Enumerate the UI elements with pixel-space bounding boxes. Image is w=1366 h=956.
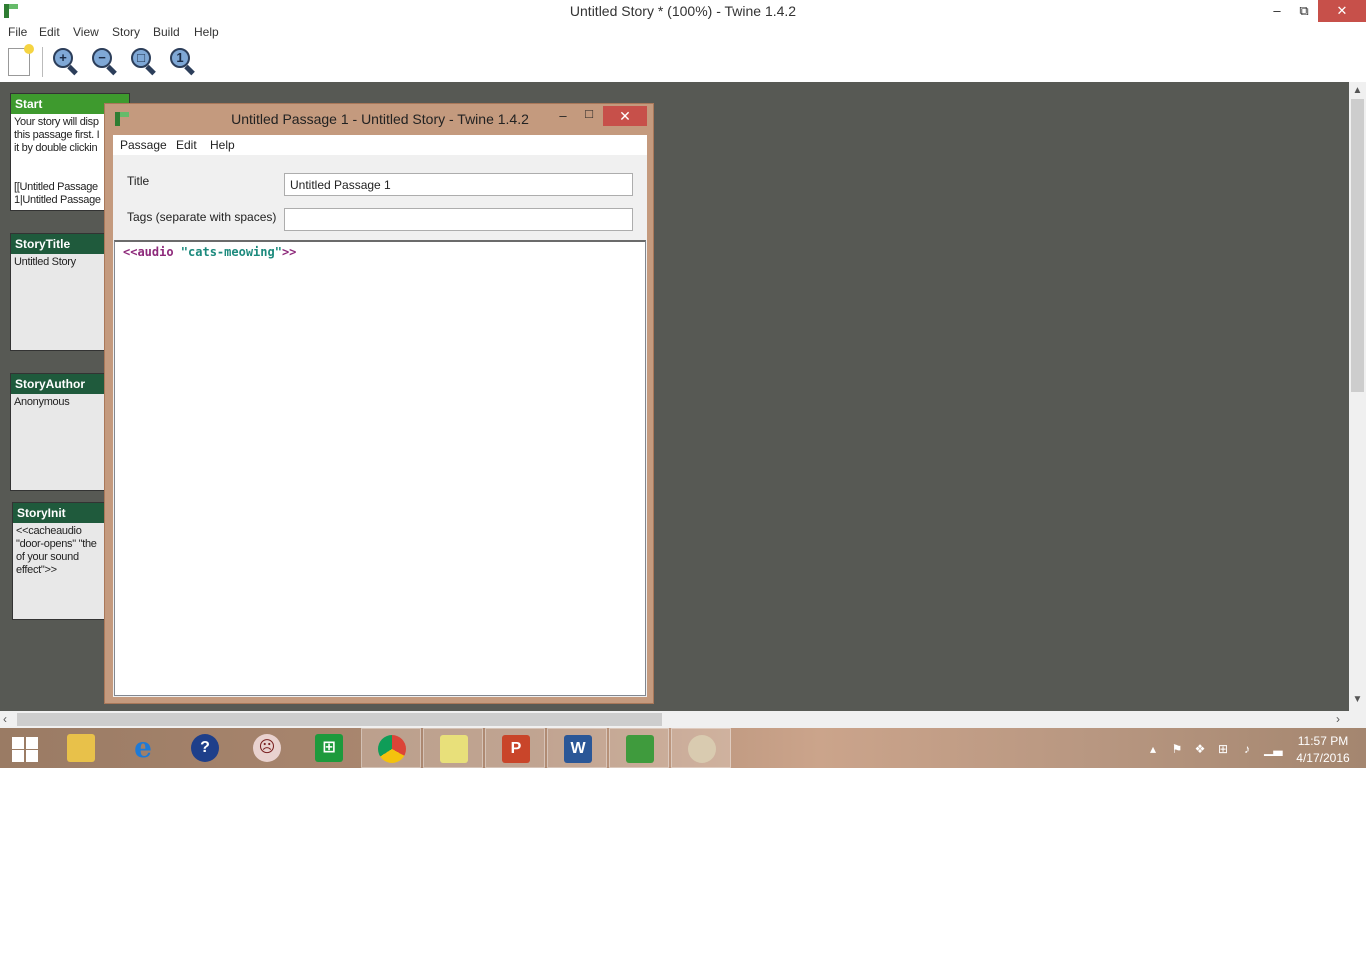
scroll-corner bbox=[1349, 711, 1366, 728]
taskbar-powerpoint[interactable]: P bbox=[485, 728, 545, 768]
chrome-icon bbox=[378, 735, 406, 763]
windows-logo-icon bbox=[12, 737, 24, 749]
tags-input[interactable] bbox=[284, 208, 633, 231]
dropbox-icon[interactable]: ❖ bbox=[1193, 742, 1207, 756]
editor-minimize-button[interactable]: ‒ bbox=[551, 108, 575, 123]
vertical-scrollbar[interactable]: ▲ ▼ bbox=[1349, 82, 1366, 711]
menu-file[interactable]: File bbox=[8, 25, 27, 39]
zoom-fit-icon[interactable]: □ bbox=[131, 48, 157, 76]
editor-client-area: Passage Edit Help Title Untitled Passage… bbox=[113, 135, 647, 697]
window-title: Untitled Story * (100%) - Twine 1.4.2 bbox=[569, 3, 797, 19]
menu-story[interactable]: Story bbox=[112, 25, 140, 39]
scroll-right-arrow-icon[interactable]: › bbox=[1336, 712, 1340, 726]
passage-card-storyinit[interactable]: StoryInit <<cacheaudio "door-opens" "the… bbox=[12, 502, 112, 620]
scroll-up-arrow-icon[interactable]: ▲ bbox=[1349, 85, 1366, 96]
passage-editor-window: Untitled Passage 1 - Untitled Story - Tw… bbox=[104, 103, 654, 704]
passage-text-editor[interactable]: <<audio "cats-meowing">> bbox=[114, 240, 646, 696]
macro-open-text: <<audio bbox=[123, 245, 181, 259]
close-button[interactable]: ✕ bbox=[1318, 0, 1366, 22]
network-signal-icon[interactable]: ▁▃ bbox=[1264, 742, 1282, 756]
clock-date[interactable]: 4/17/2016 bbox=[1290, 751, 1356, 765]
vertical-scroll-thumb[interactable] bbox=[1351, 99, 1364, 392]
taskbar-internet-explorer[interactable]: e bbox=[113, 728, 173, 768]
help-app-icon: ? bbox=[191, 734, 219, 762]
passage-title: StoryInit bbox=[13, 503, 111, 523]
menu-edit[interactable]: Edit bbox=[39, 25, 60, 39]
editor-menu-passage[interactable]: Passage bbox=[120, 138, 167, 152]
taskbar-game[interactable]: ☹ bbox=[237, 728, 297, 768]
store-icon: ⊞ bbox=[315, 734, 343, 762]
title-input[interactable]: Untitled Passage 1 bbox=[284, 173, 633, 196]
editor-close-button[interactable]: ✕ bbox=[603, 106, 647, 126]
horizontal-scrollbar[interactable]: ‹ › bbox=[0, 711, 1349, 728]
title-bar[interactable]: Untitled Story * (100%) - Twine 1.4.2 ‒ … bbox=[0, 0, 1366, 23]
editor-menu-edit[interactable]: Edit bbox=[176, 138, 197, 152]
file-explorer-icon bbox=[67, 734, 95, 762]
desktop: Untitled Story * (100%) - Twine 1.4.2 ‒ … bbox=[0, 0, 1366, 956]
action-center-flag-icon[interactable]: ⚑ bbox=[1170, 742, 1184, 756]
restore-button[interactable]: ⧉ bbox=[1290, 0, 1318, 22]
menu-view[interactable]: View bbox=[73, 25, 99, 39]
start-button[interactable] bbox=[0, 728, 50, 768]
menu-bar: File Edit View Story Build Help bbox=[0, 23, 1366, 43]
taskbar-store[interactable]: ⊞ bbox=[299, 728, 359, 768]
menu-help[interactable]: Help bbox=[194, 25, 219, 39]
taskbar-file-explorer[interactable] bbox=[51, 728, 111, 768]
editor-menu-help[interactable]: Help bbox=[210, 138, 235, 152]
passage-title: StoryTitle bbox=[11, 234, 109, 254]
zoom-100-icon[interactable]: 1 bbox=[170, 48, 196, 76]
editor-maximize-button[interactable]: □ bbox=[577, 106, 601, 121]
passage-title: StoryAuthor bbox=[11, 374, 109, 394]
macro-close-text: >> bbox=[281, 245, 297, 259]
clock-time[interactable]: 11:57 PM bbox=[1290, 734, 1356, 748]
macro-string-text: "cats-meowing" bbox=[180, 245, 282, 259]
windows-icon[interactable]: ⊞ bbox=[1216, 742, 1230, 756]
paint-icon bbox=[688, 735, 716, 763]
volume-icon[interactable]: ♪ bbox=[1240, 742, 1254, 756]
minimize-button[interactable]: ‒ bbox=[1264, 0, 1290, 22]
taskbar-help-app[interactable]: ? bbox=[175, 728, 235, 768]
tags-field-label: Tags (separate with spaces) bbox=[127, 210, 277, 224]
passage-excerpt: Untitled Story bbox=[14, 256, 76, 268]
game-character-icon: ☹ bbox=[253, 734, 281, 762]
scroll-left-arrow-icon[interactable]: ‹ bbox=[3, 712, 7, 726]
editor-menu-bar: Passage Edit Help bbox=[113, 135, 647, 155]
zoom-in-icon[interactable]: + bbox=[53, 48, 79, 76]
zoom-out-icon[interactable]: − bbox=[92, 48, 118, 76]
passage-excerpt: Anonymous bbox=[14, 396, 70, 408]
passage-card-storytitle[interactable]: StoryTitle Untitled Story bbox=[10, 233, 110, 351]
twine-icon bbox=[626, 735, 654, 763]
taskbar-sticky-notes[interactable] bbox=[423, 728, 483, 768]
internet-explorer-icon: e bbox=[134, 731, 152, 764]
toolbar-separator bbox=[42, 47, 43, 77]
toolbar bbox=[0, 43, 1366, 82]
passage-excerpt: <<cacheaudio "door-opens" "the of your s… bbox=[16, 525, 97, 576]
menu-build[interactable]: Build bbox=[153, 25, 180, 39]
sticky-notes-icon bbox=[440, 735, 468, 763]
taskbar-paint[interactable] bbox=[671, 728, 731, 768]
taskbar-word[interactable]: W bbox=[547, 728, 607, 768]
windows-logo-icon bbox=[26, 750, 38, 762]
windows-logo-icon bbox=[12, 750, 24, 762]
powerpoint-icon: P bbox=[502, 735, 530, 763]
taskbar-chrome[interactable] bbox=[361, 728, 421, 768]
horizontal-scroll-thumb[interactable] bbox=[17, 713, 662, 726]
new-passage-icon[interactable] bbox=[8, 44, 34, 76]
passage-card-storyauthor[interactable]: StoryAuthor Anonymous bbox=[10, 373, 110, 491]
taskbar-twine[interactable] bbox=[609, 728, 669, 768]
show-hidden-icons-chevron-icon[interactable]: ▴ bbox=[1146, 742, 1160, 756]
word-icon: W bbox=[564, 735, 592, 763]
scroll-down-arrow-icon[interactable]: ▼ bbox=[1349, 694, 1366, 705]
windows-logo-icon bbox=[26, 737, 38, 749]
title-field-label: Title bbox=[127, 174, 150, 188]
